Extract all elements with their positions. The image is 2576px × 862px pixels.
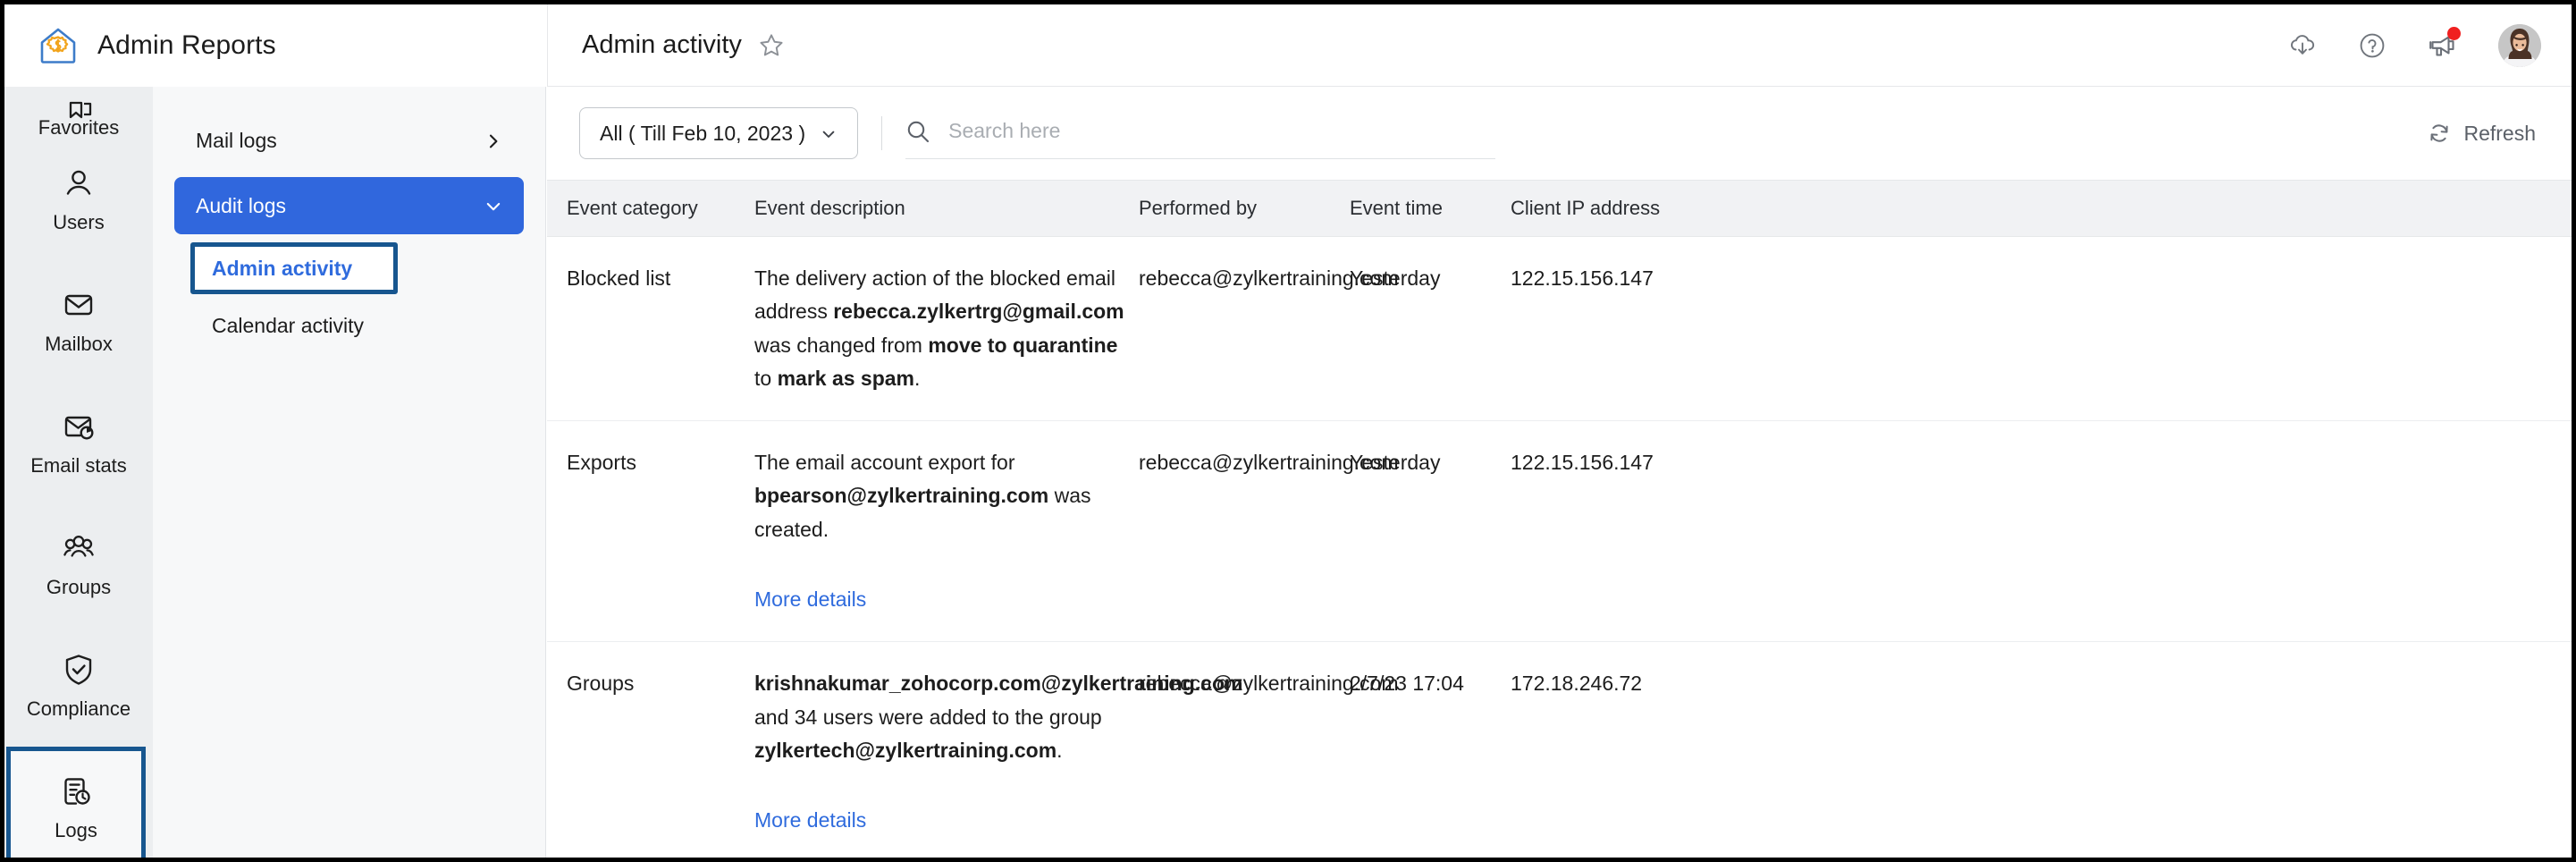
table-row[interactable]: Groupskrishnakumar_zohocorp.com@zylkertr… [547, 642, 2572, 862]
avatar[interactable] [2498, 24, 2541, 67]
brand-title: Admin Reports [97, 30, 276, 61]
nav-calendar-activity[interactable]: Calendar activity [190, 300, 524, 351]
refresh-label: Refresh [2463, 122, 2536, 146]
cell-event-time: Yesterday [1350, 446, 1511, 479]
notification-badge-dot [2447, 27, 2461, 40]
sidebar-item-label: Users [53, 212, 104, 233]
sidebar-item-label: Compliance [27, 698, 130, 720]
nav-admin-activity-label: Admin activity [212, 257, 352, 281]
activity-table: Event category Event description Perform… [547, 180, 2572, 862]
primary-nav-rail: Favorites Users Mailbo [4, 87, 153, 862]
chevron-down-icon [820, 124, 838, 142]
column-header-event-category: Event category [547, 197, 754, 220]
nav-mail-logs[interactable]: Mail logs [174, 112, 524, 169]
cloud-download-icon[interactable] [2287, 30, 2318, 61]
nav-mail-logs-label: Mail logs [196, 129, 277, 153]
chevron-down-icon [484, 197, 502, 215]
groups-icon [61, 530, 97, 566]
sidebar-item-label: Logs [55, 820, 97, 841]
star-outline-icon[interactable] [758, 32, 785, 59]
user-icon [61, 165, 97, 201]
cell-event-description: The delivery action of the blocked email… [754, 262, 1139, 395]
search-field[interactable] [905, 107, 1495, 159]
sidebar-item-label: Email stats [30, 455, 127, 477]
cell-event-category: Groups [547, 667, 754, 700]
cell-client-ip: 172.18.246.72 [1511, 667, 1743, 700]
shield-check-icon [61, 652, 97, 688]
sidebar-item-groups[interactable]: Groups [4, 503, 153, 625]
search-input[interactable] [948, 119, 1495, 143]
refresh-icon [2428, 122, 2451, 145]
sidebar-item-label: Groups [46, 577, 111, 598]
sidebar-item-label: Favorites [38, 117, 119, 139]
announcement-megaphone-icon[interactable] [2427, 30, 2459, 62]
nav-audit-logs-label: Audit logs [196, 194, 286, 218]
table-row[interactable]: ExportsThe email account export for bpea… [547, 421, 2572, 642]
filter-bar: All ( Till Feb 10, 2023 ) [547, 87, 2572, 180]
more-details-link[interactable]: More details [754, 583, 866, 616]
help-question-icon[interactable] [2357, 30, 2387, 61]
envelope-icon [61, 287, 97, 323]
sidebar-item-favorites[interactable]: Favorites [4, 87, 153, 139]
cell-client-ip: 122.15.156.147 [1511, 446, 1743, 479]
envelope-chart-icon [61, 409, 97, 444]
event-description-text: krishnakumar_zohocorp.com@zylkertraining… [754, 667, 1139, 767]
nav-audit-logs[interactable]: Audit logs [174, 177, 524, 234]
cell-client-ip: 122.15.156.147 [1511, 262, 1743, 295]
sidebar-item-compliance[interactable]: Compliance [4, 625, 153, 747]
top-bar: Admin Reports Admin activity [4, 4, 2572, 87]
date-range-value: All ( Till Feb 10, 2023 ) [600, 122, 805, 146]
house-gear-icon [38, 26, 78, 65]
log-clock-icon [58, 773, 94, 809]
nav-calendar-activity-label: Calendar activity [212, 314, 364, 338]
event-description-text: The delivery action of the blocked email… [754, 262, 1139, 395]
main-content: All ( Till Feb 10, 2023 ) [547, 87, 2572, 862]
sidebar-item-mailbox[interactable]: Mailbox [4, 260, 153, 382]
column-header-client-ip: Client IP address [1511, 197, 1743, 220]
sidebar-item-label: Mailbox [45, 334, 113, 355]
chevron-right-icon [484, 131, 502, 149]
cell-event-description: The email account export for bpearson@zy… [754, 446, 1139, 616]
refresh-button[interactable]: Refresh [2428, 122, 2536, 146]
page-title: Admin activity [582, 30, 742, 60]
column-header-event-time: Event time [1350, 197, 1511, 220]
header-icon-group [2287, 24, 2541, 67]
brand-area: Admin Reports [4, 4, 548, 87]
secondary-nav: Mail logs Audit logs Admin activity Cale… [153, 87, 546, 862]
event-description-text: The email account export for bpearson@zy… [754, 446, 1139, 546]
cell-event-time: 2/7/23 17:04 [1350, 667, 1511, 700]
cell-performed-by: rebecca@zylkertraining.com [1139, 667, 1350, 700]
sidebar-item-email-stats[interactable]: Email stats [4, 382, 153, 503]
column-header-event-description: Event description [754, 197, 1139, 220]
column-header-performed-by: Performed by [1139, 197, 1350, 220]
filter-divider [881, 116, 882, 150]
more-details-link[interactable]: More details [754, 804, 866, 837]
search-icon [905, 119, 930, 144]
nav-admin-activity[interactable]: Admin activity [190, 242, 398, 294]
cell-performed-by: rebecca@zylkertraining.com [1139, 446, 1350, 479]
cell-event-description: krishnakumar_zohocorp.com@zylkertraining… [754, 667, 1139, 837]
cell-event-category: Blocked list [547, 262, 754, 295]
app-window: Admin Reports Admin activity [0, 0, 2576, 862]
date-range-select[interactable]: All ( Till Feb 10, 2023 ) [579, 107, 858, 159]
table-row[interactable]: Blocked listThe delivery action of the b… [547, 237, 2572, 421]
table-body: Blocked listThe delivery action of the b… [547, 237, 2572, 862]
sidebar-item-logs[interactable]: Logs [6, 747, 146, 862]
sidebar-item-users[interactable]: Users [4, 139, 153, 260]
cell-event-category: Exports [547, 446, 754, 479]
table-header-row: Event category Event description Perform… [547, 180, 2572, 237]
page-header: Admin activity [548, 4, 2572, 87]
cell-event-time: Yesterday [1350, 262, 1511, 295]
cell-performed-by: rebecca@zylkertraining.com [1139, 262, 1350, 295]
